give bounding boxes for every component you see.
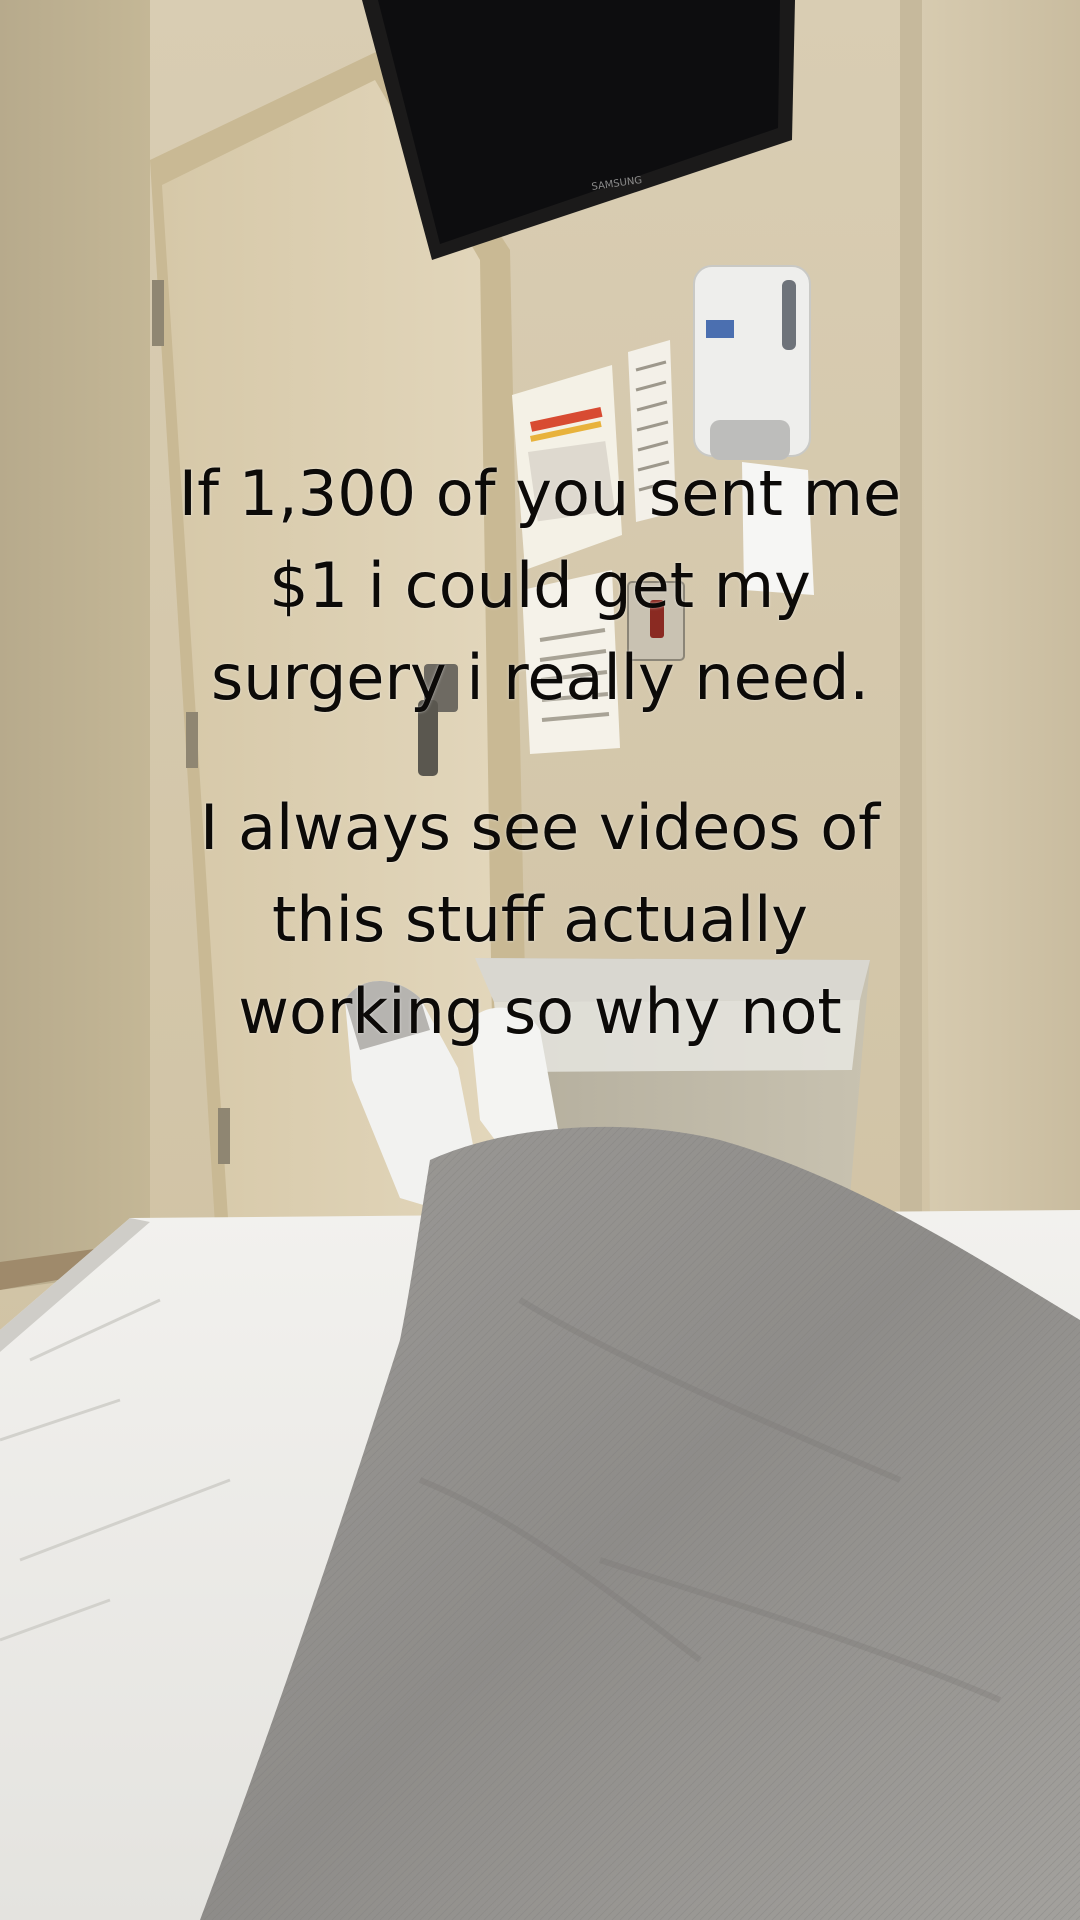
caption-line: $1 i could get my — [269, 549, 811, 622]
caption-text-block-1: If 1,300 of you sent me $1 i could get m… — [0, 448, 1080, 724]
caption-line: this stuff actually — [272, 883, 808, 956]
caption-line: working so why not — [238, 975, 842, 1048]
caption-text-block-2: I always see videos of this stuff actual… — [0, 782, 1080, 1058]
door-hinge — [152, 280, 164, 346]
caption-line: If 1,300 of you sent me — [178, 457, 902, 530]
caption-line: I always see videos of — [199, 791, 881, 864]
door-hinge — [218, 1108, 230, 1164]
caption-line: surgery i really need. — [210, 641, 870, 714]
